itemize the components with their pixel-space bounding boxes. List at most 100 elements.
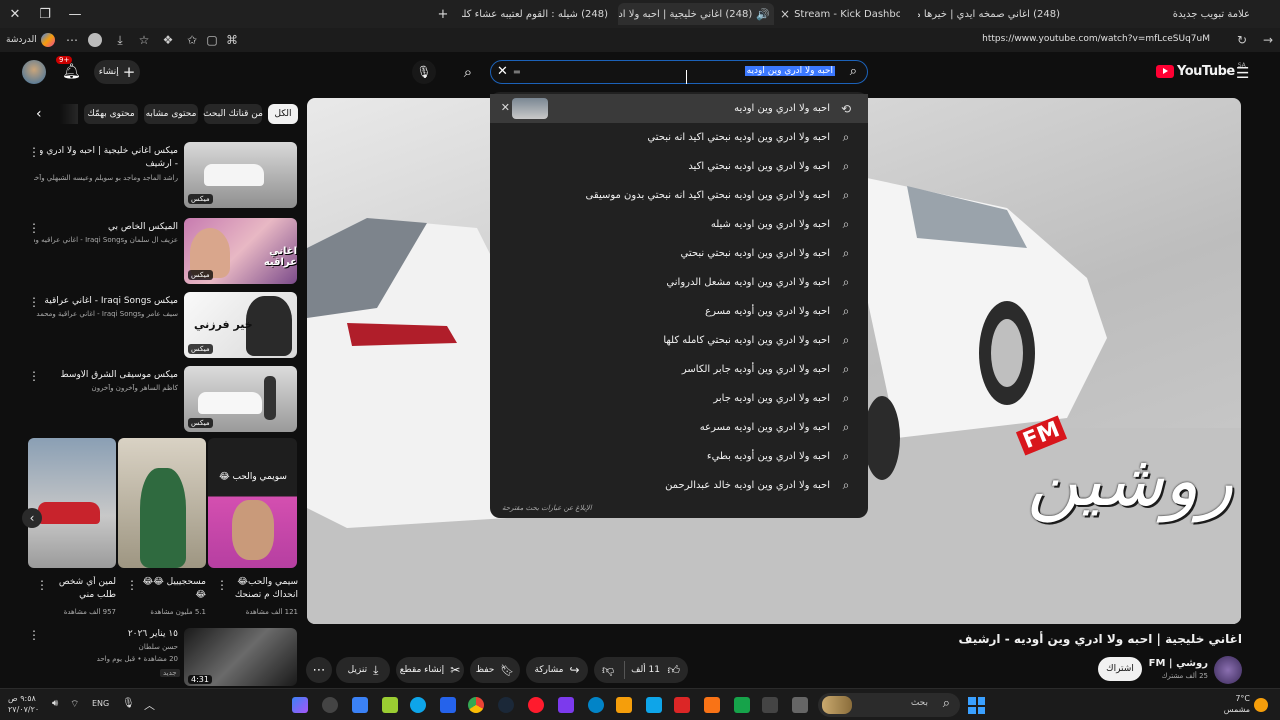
more-actions-icon[interactable]: ⋮ (126, 578, 138, 592)
tab-active[interactable]: 🔊 (248) اغاني خليجية | احبه ولا ادري × (618, 3, 774, 25)
more-actions-icon[interactable]: ⋮ (28, 295, 40, 309)
dislike-icon[interactable]: 👎︎ (602, 663, 614, 678)
input-language[interactable]: ENG (92, 699, 109, 708)
add-favorite-icon[interactable]: ✩ (184, 32, 200, 48)
recommendation-title[interactable]: ميكس موسيقى الشرق الأوسط (40, 370, 178, 380)
recommendation-thumbnail[interactable]: ميكس (184, 366, 297, 432)
suggestion-item[interactable]: ⟲ احبه ولا ادري وين اوديه ✕ (490, 94, 868, 123)
voice-search-icon[interactable]: 🎙︎ (412, 60, 436, 84)
store-app-icon[interactable] (704, 697, 720, 713)
suggestion-item[interactable]: ⌕ احبه ولا ادري وين اوديه نبحتي اكيد (490, 152, 868, 181)
wifi-icon[interactable]: ⌔ (70, 698, 79, 711)
create-button[interactable]: إنشاء + (94, 60, 140, 84)
copilot-app-icon[interactable] (292, 697, 308, 713)
show-hidden-icons[interactable]: ︿ (144, 697, 155, 713)
app-icon[interactable] (792, 697, 808, 713)
recommendation-thumbnail[interactable]: خير فرزني ميكس (184, 292, 297, 358)
short-thumbnail[interactable] (28, 438, 116, 568)
more-actions-icon[interactable]: ⋮ (36, 578, 48, 592)
report-suggestions-link[interactable]: الإبلاغ عن عبارات بحث مقترحة (502, 504, 592, 512)
short-title[interactable]: سيمي والحب😂 انحداك م تصنحك (230, 576, 298, 602)
more-actions-icon[interactable]: ⋮ (216, 578, 228, 592)
copilot-chat-button[interactable]: الدردشة (6, 33, 55, 47)
suggestion-item[interactable]: ⌕ احبه ولا ادري وين اوديه خالد عبدالرحمن (490, 471, 868, 500)
tab-4[interactable]: (248) شيله : القوم لعتيبه عشاء كلماته × (462, 3, 612, 25)
recommendation-thumbnail[interactable]: 4:31 (184, 628, 297, 686)
like-icon[interactable]: 👍︎ (667, 663, 680, 678)
tab-1[interactable]: (248) اغاني صمخه ايدي | خيرها ما يجي × (918, 3, 1068, 25)
account-avatar[interactable] (22, 60, 46, 84)
new-tab-button[interactable]: + (428, 0, 458, 28)
file-explorer-icon[interactable] (616, 697, 632, 713)
more-actions-icon[interactable]: ⋮ (28, 369, 40, 383)
chip-all[interactable]: الكل (268, 104, 298, 124)
clear-search-icon[interactable]: ✕ (497, 64, 508, 79)
chip-related[interactable]: محتوى مشابه (144, 104, 198, 124)
suggestion-item[interactable]: ⌕ احبه ولا ادري وين اوديه نبحتي اكيد انه … (490, 181, 868, 210)
search-submit-icon[interactable]: ⌕ (456, 60, 480, 84)
download-icon[interactable]: ⤓ (112, 32, 128, 48)
remove-suggestion-icon[interactable]: ✕ (501, 101, 510, 114)
search-icon[interactable]: ⌕ (850, 64, 857, 79)
subscribe-button[interactable]: اشتراك (1098, 657, 1142, 681)
volume-icon[interactable]: 🔊︎ (52, 698, 58, 709)
app-icon[interactable] (558, 697, 574, 713)
suggestion-item[interactable]: ⌕ احبه ولا ادري وين اوديه مشعل الدرواني (490, 268, 868, 297)
recommendation-title[interactable]: ١٥ يناير ٢٠٢٦ (40, 629, 178, 639)
suggestion-item[interactable]: ⌕ احبه ولا ادري وين اوديه نبحتي نبحتي (490, 239, 868, 268)
recommendation-title-line2[interactable]: - ارشيف (40, 159, 178, 169)
app-icon[interactable] (646, 697, 662, 713)
recommendation-thumbnail[interactable]: اغاني عراقيه ميكس (184, 218, 297, 284)
suggestion-item[interactable]: ⌕ احبه ولا ادري وين أوديه جابر الكاسر (490, 355, 868, 384)
shorts-scroll-left-icon[interactable]: ‹ (22, 508, 42, 528)
steam-app-icon[interactable] (498, 697, 514, 713)
tab-kick[interactable]: × Stream - Kick Dashboard (780, 3, 900, 25)
suggestion-item[interactable]: ⌕ احبه ولا ادري وين اوديه نبحتي اكيد انه … (490, 123, 868, 152)
chrome-app-icon[interactable] (468, 697, 484, 713)
recommendation-title[interactable]: ميكس اغاني خليجية | احبه ولا ادري وين أو… (40, 146, 178, 156)
close-window-icon[interactable]: ✕ (0, 0, 30, 28)
opera-app-icon[interactable] (528, 697, 544, 713)
app-icon[interactable] (588, 697, 604, 713)
youtube-logo[interactable]: YouTube SA (1156, 62, 1246, 79)
menu-icon[interactable]: ☰ (1236, 64, 1249, 82)
suggestion-item[interactable]: ⌕ احبه ولا ادري وين اوديه شيله (490, 210, 868, 239)
tab-0[interactable]: علامة تبويب جديدة (1150, 3, 1250, 25)
app-icon[interactable] (352, 697, 368, 713)
close-tab-icon[interactable]: × (780, 7, 790, 21)
clip-button[interactable]: ✂ إنشاء مقطع (396, 657, 464, 683)
app-icon[interactable] (382, 697, 398, 713)
chip-from-search[interactable]: من قناتك البحث (203, 104, 263, 124)
back-icon[interactable]: → (1260, 32, 1276, 48)
share-button[interactable]: ↪ مشاركة (526, 657, 588, 683)
defender-app-icon[interactable] (440, 697, 456, 713)
extensions-icon[interactable]: ⌘ (224, 32, 240, 48)
short-thumbnail[interactable]: سويمي والحب 😂 (208, 438, 297, 568)
collections-icon[interactable]: ❖ (160, 32, 176, 48)
more-actions-icon[interactable]: ⋮ (28, 221, 40, 235)
recommendation-thumbnail[interactable]: ميكس (184, 142, 297, 208)
reload-icon[interactable]: ↻ (1234, 32, 1250, 48)
app-icon[interactable] (762, 697, 778, 713)
download-button[interactable]: ⤓ تنزيل (336, 657, 390, 683)
chips-scroll-left-icon[interactable]: ‹ (36, 106, 42, 122)
short-title[interactable]: مسحجيييل 😂😂😂 (140, 576, 206, 602)
search-input[interactable]: ✕ ▬ احبه ولا ادري وين اوديه ⌕ (490, 60, 868, 84)
app-icon[interactable] (674, 697, 690, 713)
notifications-icon[interactable]: 🔔︎ (62, 62, 81, 80)
split-screen-icon[interactable]: ▢ (204, 32, 220, 48)
url-field[interactable]: https://www.youtube.com/watch?v=mfLceSUq… (920, 34, 1210, 44)
weather-widget[interactable]: 7°C مشمس (1196, 693, 1250, 715)
obs-app-icon[interactable] (322, 697, 338, 713)
suggestion-item[interactable]: ⌕ احبه ولا ادري وين اوديه جابر (490, 384, 868, 413)
channel-avatar[interactable] (1214, 656, 1242, 684)
recommendation-title[interactable]: ميكس Iraqi Songs - اغاني عراقية (40, 296, 178, 306)
restore-window-icon[interactable]: ❐ (30, 0, 60, 28)
more-icon[interactable]: ⋯ (64, 32, 80, 48)
chip-for-you[interactable]: محتوى بهمّك (84, 104, 138, 124)
suggestion-item[interactable]: ⌕ احبه ولا ادري وين أوديه بطيء (490, 442, 868, 471)
microphone-icon[interactable]: 🎙︎ (122, 698, 135, 709)
suggestion-item[interactable]: ⌕ احبه ولا ادري وين اوديه مسرعه (490, 413, 868, 442)
clock[interactable]: ٩:٥٨ ص ٢٧/٠٧/٢٠ (8, 693, 48, 715)
suggestion-item[interactable]: ⌕ احبه ولا ادري وين أوديه مسرع (490, 297, 868, 326)
